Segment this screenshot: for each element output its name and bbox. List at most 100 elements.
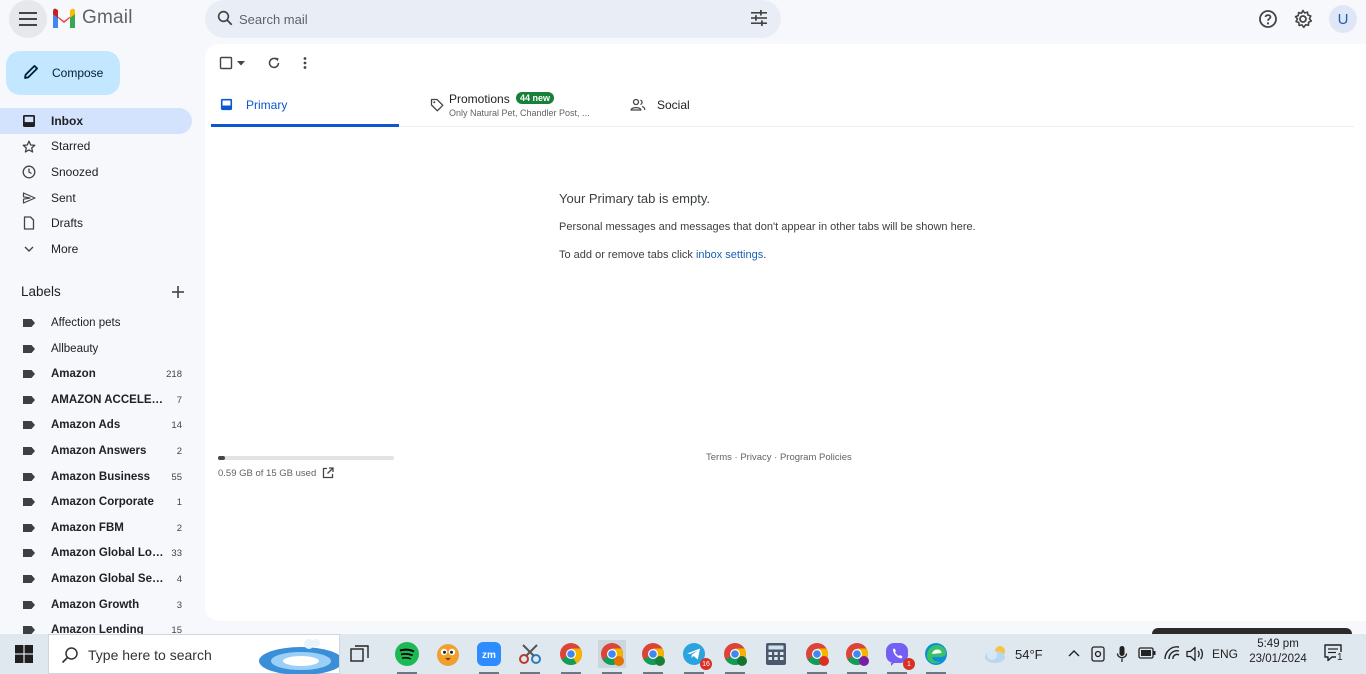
taskbar-chrome-5[interactable] — [803, 640, 831, 674]
taskbar-edge[interactable] — [922, 640, 950, 674]
inbox-settings-link[interactable]: inbox settings — [696, 249, 763, 261]
input-language[interactable]: ENG — [1212, 647, 1238, 661]
add-label-icon[interactable] — [171, 285, 185, 299]
sidebar-item-starred[interactable]: Starred — [0, 134, 205, 160]
select-checkbox-icon[interactable] — [219, 56, 233, 70]
wifi-icon[interactable] — [1163, 645, 1181, 661]
open-in-new-icon[interactable] — [322, 467, 334, 479]
label-tag-icon — [23, 574, 35, 583]
label-unread-count: 218 — [166, 369, 182, 381]
label-name: Amazon Global Logistics — [51, 547, 166, 560]
hamburger-menu-icon — [19, 12, 37, 26]
main-panel: Primary Promotions 44 new Only Natural P… — [205, 44, 1366, 621]
battery-icon[interactable] — [1138, 647, 1156, 659]
volume-icon[interactable] — [1186, 646, 1204, 662]
viber-unread-badge: 1 — [903, 658, 915, 670]
microphone-icon[interactable] — [1116, 645, 1128, 663]
tab-promotions[interactable]: Promotions 44 new Only Natural Pet, Chan… — [421, 84, 621, 127]
camera-icon[interactable] — [1091, 646, 1105, 662]
search-input[interactable] — [239, 6, 719, 32]
bird-app-icon — [437, 644, 459, 666]
sidebar-item-sent[interactable]: Sent — [0, 185, 205, 211]
label-name: Amazon Ads — [51, 419, 121, 432]
main-menu-button[interactable] — [9, 0, 47, 38]
people-icon — [630, 98, 646, 111]
chevron-up-icon[interactable] — [1068, 648, 1080, 658]
search-options-icon[interactable] — [751, 10, 767, 26]
weather-temperature[interactable]: 54°F — [1015, 647, 1043, 662]
taskbar-zoom[interactable]: zm — [475, 640, 503, 674]
search-icon[interactable] — [216, 9, 234, 27]
sidebar-item-inbox[interactable]: Inbox — [0, 108, 192, 134]
taskbar-viber[interactable]: 1 — [883, 640, 915, 674]
scissors-icon — [519, 644, 541, 664]
chrome-icon — [806, 643, 829, 666]
notification-center-button[interactable]: 1 — [1324, 644, 1346, 664]
taskbar-chrome-4[interactable] — [721, 640, 749, 674]
tag-icon — [430, 98, 444, 112]
label-name: Amazon FBM — [51, 521, 124, 534]
sidebar-item-snoozed[interactable]: Snoozed — [0, 159, 205, 185]
label-tag-icon — [23, 370, 35, 379]
taskbar-search-box[interactable]: Type here to search — [48, 634, 340, 674]
label-item[interactable]: Amazon Global Logistics 33 — [0, 540, 205, 566]
taskbar-telegram[interactable]: 16 — [680, 640, 712, 674]
search-icon — [61, 647, 78, 664]
label-item[interactable]: Amazon FBM 2 — [0, 515, 205, 541]
empty-description: Personal messages and messages that don'… — [559, 221, 976, 233]
taskbar-snipping-tool[interactable] — [516, 640, 544, 674]
label-tag-icon — [23, 344, 35, 353]
storage-usage-text: 0.59 GB of 15 GB used — [218, 468, 317, 479]
help-icon — [1259, 10, 1277, 28]
compose-button[interactable]: Compose — [6, 51, 120, 95]
edge-icon — [925, 643, 947, 665]
sidebar-item-more[interactable]: More — [0, 236, 205, 262]
taskbar-calculator[interactable] — [762, 640, 790, 668]
gmail-logo[interactable]: Gmail — [51, 7, 133, 29]
label-name: Allbeauty — [51, 342, 99, 355]
label-unread-count: 2 — [176, 522, 182, 534]
tab-primary[interactable]: Primary — [211, 84, 399, 127]
pencil-icon — [24, 65, 38, 79]
more-options-icon[interactable] — [303, 56, 307, 70]
chrome-icon — [846, 643, 869, 666]
label-item[interactable]: Affection pets — [0, 310, 205, 336]
system-clock[interactable]: 5:49 pm 23/01/2024 — [1246, 638, 1310, 665]
weather-cloud-icon[interactable] — [983, 644, 1009, 664]
refresh-icon[interactable] — [267, 56, 281, 70]
sidebar-item-drafts[interactable]: Drafts — [0, 210, 205, 236]
draft-icon — [23, 216, 35, 231]
label-name: AMAZON ACCELERATOR — [51, 393, 166, 406]
taskbar-chrome-2[interactable] — [598, 640, 626, 674]
taskbar-app-bird[interactable] — [434, 640, 462, 668]
gmail-m-icon — [53, 8, 75, 28]
select-dropdown-icon[interactable] — [237, 61, 245, 66]
account-avatar[interactable]: U — [1329, 5, 1357, 33]
label-item[interactable]: Amazon Business 55 — [0, 464, 205, 490]
taskbar-chrome-6[interactable] — [843, 640, 871, 674]
label-item[interactable]: Amazon 218 — [0, 361, 205, 387]
taskbar-spotify[interactable] — [393, 640, 421, 674]
label-item[interactable]: Amazon Ads 14 — [0, 412, 205, 438]
label-item[interactable]: Amazon Growth 3 — [0, 592, 205, 618]
windows-start-icon[interactable] — [15, 645, 33, 663]
privacy-link[interactable]: Privacy — [740, 452, 771, 463]
task-view-button[interactable] — [346, 640, 374, 668]
taskbar-chrome-1[interactable] — [557, 640, 585, 674]
label-item[interactable]: Amazon Global Selling 4 — [0, 566, 205, 592]
tab-social[interactable]: Social — [621, 84, 821, 127]
support-button[interactable] — [1257, 8, 1279, 30]
label-item[interactable]: AMAZON ACCELERATOR 7 — [0, 387, 205, 413]
terms-link[interactable]: Terms — [706, 452, 732, 463]
settings-button[interactable] — [1292, 8, 1314, 30]
label-item[interactable]: Allbeauty — [0, 336, 205, 362]
label-item[interactable]: Amazon Corporate 1 — [0, 489, 205, 515]
label-tag-icon — [23, 446, 35, 455]
label-unread-count: 7 — [176, 394, 182, 406]
label-name: Amazon — [51, 368, 96, 381]
label-unread-count: 3 — [176, 599, 182, 611]
label-item[interactable]: Amazon Answers 2 — [0, 438, 205, 464]
label-unread-count: 33 — [171, 548, 182, 560]
program-policies-link[interactable]: Program Policies — [780, 452, 852, 463]
taskbar-chrome-3[interactable] — [639, 640, 667, 674]
